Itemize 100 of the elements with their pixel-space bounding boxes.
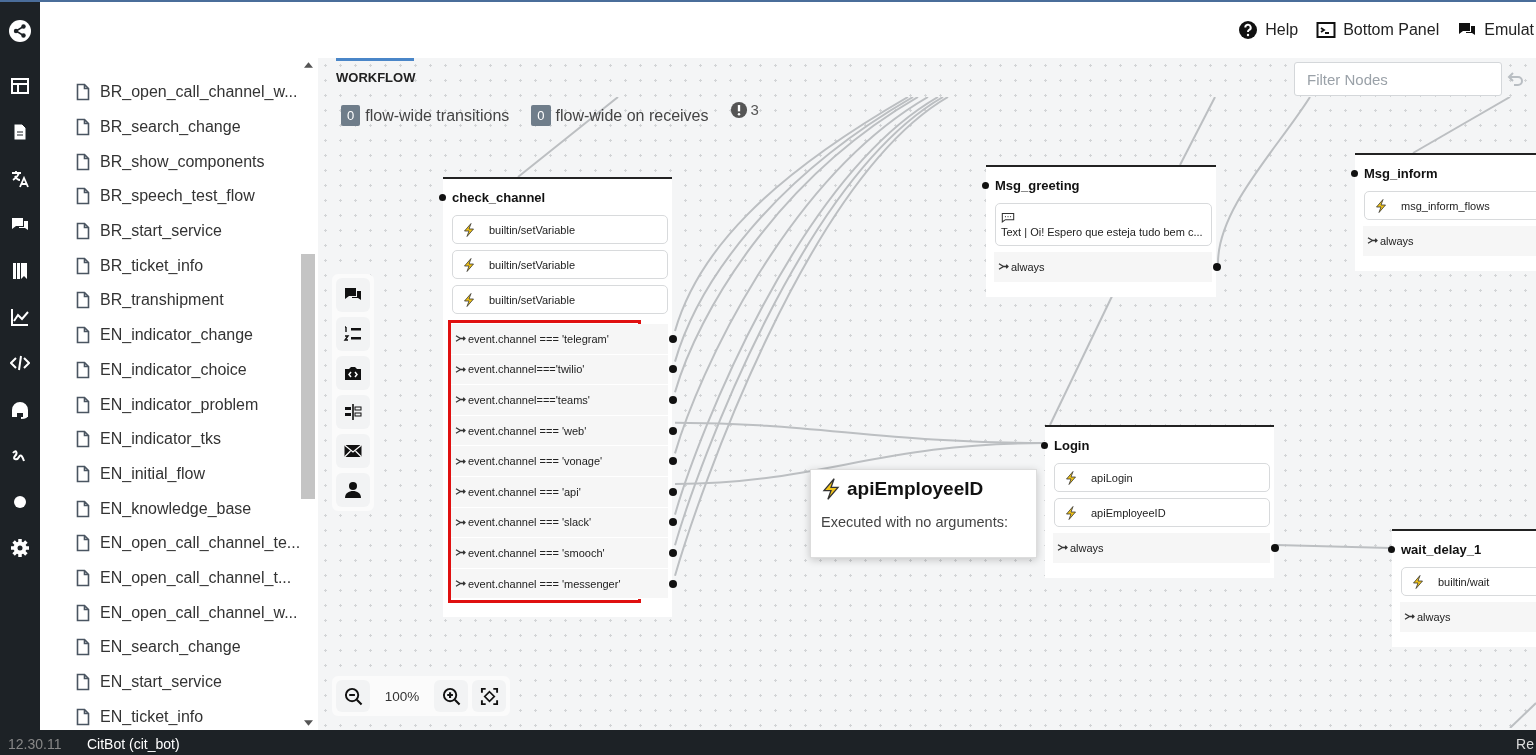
zoom-in-icon [441,686,461,706]
count-badge: 0 [531,105,551,126]
input-port[interactable] [1388,545,1395,553]
document-icon [76,222,90,241]
header-button[interactable]: Bottom Panel [1316,20,1440,40]
output-port[interactable] [669,548,677,557]
branch-icon [998,262,1009,272]
action-item[interactable]: apiLogin [1054,463,1270,492]
header-button[interactable]: Help [1238,20,1299,40]
input-port[interactable] [1351,169,1358,177]
branch-icon [455,517,466,527]
split-button[interactable] [336,395,370,429]
numbered-list-button[interactable] [336,317,370,351]
action-item[interactable]: builtin/setVariable [452,250,668,279]
share-icon[interactable] [8,19,32,43]
file-item[interactable]: EN_indicator_tks [76,421,300,457]
action-item[interactable]: msg_inform_flows [1364,191,1536,220]
file-item[interactable]: BR_speech_test_flow [76,179,300,214]
file-item[interactable]: EN_knowledge_base [76,491,300,526]
transition-item[interactable]: always [1363,226,1536,257]
workflow-tab[interactable]: WORKFLOW [336,58,414,93]
lightning-icon [463,222,475,237]
document-icon [76,673,90,692]
action-item[interactable]: builtin/setVariable [452,215,668,244]
file-item[interactable]: EN_ticket_info [76,699,300,730]
status-text: Re [1516,735,1534,752]
branch-icon [455,579,466,589]
output-port[interactable] [669,396,677,404]
layout-icon[interactable] [10,76,30,97]
chat-bubble-icon [1001,211,1015,223]
terminal-icon [1316,20,1337,40]
file-item[interactable]: EN_indicator_problem [76,387,300,422]
file-item[interactable]: BR_start_service [76,213,300,249]
file-item[interactable]: BR_ticket_info [76,248,300,284]
warning-icon [730,100,749,119]
split-icon [343,402,363,422]
output-port[interactable] [669,334,677,343]
output-port[interactable] [669,426,677,435]
action-item[interactable]: builtin/wait [1401,567,1536,596]
input-port[interactable] [439,193,446,201]
branch-icon [455,334,466,344]
lightning-icon [1065,470,1077,485]
file-item[interactable]: EN_indicator_change [76,317,300,353]
document-icon [76,603,90,622]
scroll-down-icon[interactable] [303,720,313,726]
version-text: 12.30.11 [7,735,63,752]
file-item[interactable]: EN_start_service [76,664,300,700]
file-item[interactable]: EN_search_change [76,630,300,665]
filter-field[interactable]: Filter Nodes [1294,62,1502,96]
document-icon [76,360,90,379]
message-item[interactable]: Text | Oi! Espero que esteja tudo bem c... [995,203,1212,246]
file-item[interactable]: EN_initial_flow [76,456,300,492]
file-item[interactable]: EN_open_call_channel_t... [76,560,300,596]
file-item[interactable]: BR_search_change [76,109,300,145]
file-item[interactable]: EN_open_call_channel_w... [76,595,300,630]
headset-icon[interactable] [10,399,30,420]
action-item[interactable]: builtin/setVariable [452,285,668,314]
book-icon[interactable] [10,260,30,281]
fit-view-button[interactable] [472,680,506,712]
scrollbar-thumb[interactable] [301,254,315,499]
output-port[interactable] [669,579,677,588]
translate-icon[interactable] [10,168,30,189]
node-title: Login [1054,437,1090,453]
file-item[interactable]: BR_transhipment [76,283,300,318]
tooltip-title: apiEmployeeID [847,478,984,500]
branch-icon [1057,543,1068,553]
lightning-icon [1412,574,1424,589]
input-port[interactable] [982,181,989,189]
zoom-out-button[interactable] [336,680,370,712]
output-port[interactable] [669,487,677,496]
zoom-in-button[interactable] [434,680,468,712]
chart-icon[interactable] [10,307,30,328]
scroll-up-icon[interactable] [303,62,313,68]
file-item[interactable]: BR_open_call_channel_w... [76,75,300,110]
document-icon [76,152,90,171]
document-icon [76,430,90,449]
mail-button[interactable] [336,434,370,468]
file-item[interactable]: EN_indicator_choice [76,352,300,388]
transition-item[interactable]: always [1400,602,1536,633]
document-icon [76,638,90,657]
file-item[interactable]: EN_open_call_channel_te... [76,525,300,561]
node-title: check_channel [452,189,546,205]
action-item[interactable]: apiEmployeeID [1054,498,1270,527]
person-button[interactable] [336,473,370,507]
output-port[interactable] [1271,543,1279,552]
lightning-icon [463,292,475,307]
output-port[interactable] [1213,262,1221,271]
fit-view-icon [479,686,499,706]
lightning-icon [1375,198,1387,213]
settings-icon[interactable] [10,538,30,559]
output-port[interactable] [669,457,677,466]
file-item[interactable]: BR_show_components [76,144,300,180]
output-port[interactable] [669,518,677,527]
document-icon [76,395,90,414]
input-port[interactable] [1041,441,1048,449]
chat-button[interactable] [336,278,370,312]
camera-button[interactable] [336,356,370,390]
header-button[interactable]: Emulat [1457,20,1534,40]
output-port[interactable] [669,365,677,374]
branch-icon [455,548,466,558]
